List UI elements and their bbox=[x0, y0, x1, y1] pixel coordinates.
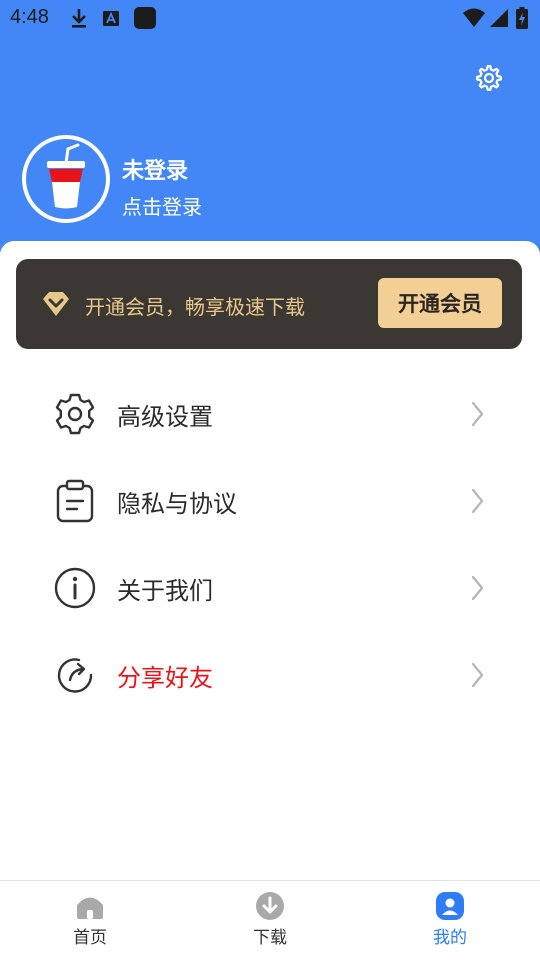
menu-item-label: 分享好友 bbox=[117, 664, 213, 692]
diamond-icon bbox=[40, 288, 72, 320]
open-vip-button[interactable]: 开通会员 bbox=[378, 278, 502, 328]
info-icon bbox=[52, 565, 98, 611]
nav-label: 我的 bbox=[433, 928, 467, 948]
wifi-icon bbox=[462, 6, 486, 34]
menu-item-about-us[interactable]: 关于我们 bbox=[0, 544, 540, 631]
profile-section[interactable]: 未登录 点击登录 bbox=[22, 135, 422, 225]
bottom-nav: 首页 下载 我的 bbox=[0, 880, 540, 960]
menu-item-label: 高级设置 bbox=[117, 403, 213, 431]
nav-tab-home[interactable]: 首页 bbox=[30, 881, 150, 960]
chevron-right-icon bbox=[466, 574, 488, 602]
login-title: 未登录 bbox=[122, 159, 189, 184]
menu-item-label: 关于我们 bbox=[117, 577, 213, 605]
battery-charging-icon bbox=[515, 6, 529, 34]
nav-label: 下载 bbox=[253, 928, 287, 948]
chevron-right-icon bbox=[466, 487, 488, 515]
chevron-right-icon bbox=[466, 400, 488, 428]
settings-gear-icon[interactable] bbox=[474, 63, 504, 93]
chevron-right-icon bbox=[466, 661, 488, 689]
share-icon bbox=[52, 652, 98, 698]
font-a-icon bbox=[102, 6, 120, 34]
status-bar: 4:48 bbox=[0, 0, 540, 36]
status-time: 4:48 bbox=[10, 6, 49, 28]
vip-banner[interactable]: 开通会员，畅享极速下载 开通会员 bbox=[16, 259, 522, 349]
clipboard-icon bbox=[52, 478, 98, 524]
download-circle-icon bbox=[255, 891, 285, 921]
menu-item-advanced-settings[interactable]: 高级设置 bbox=[0, 370, 540, 457]
gear-icon bbox=[52, 391, 98, 437]
menu-item-label: 隐私与协议 bbox=[117, 490, 237, 518]
nav-label: 首页 bbox=[73, 928, 107, 948]
nav-tab-mine[interactable]: 我的 bbox=[390, 881, 510, 960]
user-icon bbox=[435, 891, 465, 921]
signal-icon bbox=[488, 6, 510, 34]
nav-tab-download[interactable]: 下载 bbox=[210, 881, 330, 960]
drink-cup-icon bbox=[47, 143, 85, 209]
menu-item-share-friends[interactable]: 分享好友 bbox=[0, 631, 540, 718]
home-icon bbox=[75, 891, 105, 921]
avatar[interactable] bbox=[22, 135, 110, 223]
login-subtitle[interactable]: 点击登录 bbox=[122, 191, 202, 220]
download-icon bbox=[68, 6, 90, 34]
vip-promo-text: 开通会员，畅享极速下载 bbox=[85, 295, 305, 319]
app-icon bbox=[133, 6, 157, 34]
settings-menu: 高级设置 隐私与协议 关于我们 分享好友 bbox=[0, 370, 540, 718]
menu-item-privacy-agreement[interactable]: 隐私与协议 bbox=[0, 457, 540, 544]
